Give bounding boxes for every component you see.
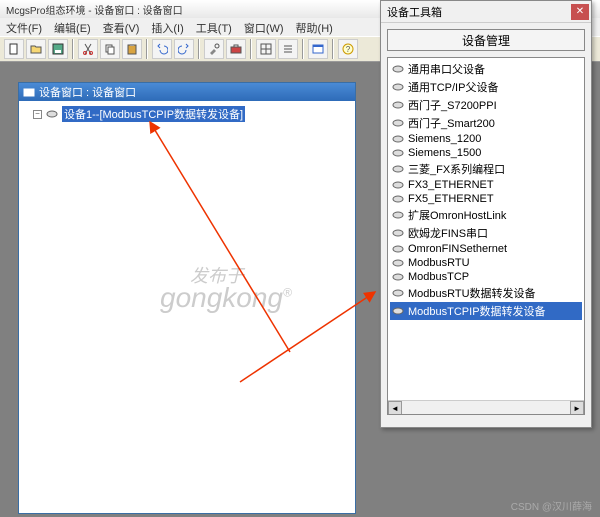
list-item-label: 通用串口父设备 — [408, 61, 485, 77]
toolbar-separator — [198, 39, 200, 59]
menu-help[interactable]: 帮助(H) — [296, 20, 333, 34]
list-item[interactable]: Siemens_1500 — [390, 146, 582, 160]
list-item[interactable]: 西门子_Smart200 — [390, 114, 582, 132]
toolbar-separator — [332, 39, 334, 59]
toolbar-separator — [250, 39, 252, 59]
list-item-label: 三菱_FX系列编程口 — [408, 161, 505, 177]
menu-edit[interactable]: 编辑(E) — [54, 20, 91, 34]
tool-help-icon[interactable]: ? — [338, 39, 358, 59]
device-type-list: 通用串口父设备通用TCP/IP父设备西门子_S7200PPI 西门子_Smart2… — [387, 57, 585, 415]
tree-expander-icon[interactable]: − — [33, 110, 42, 119]
device-item-icon — [392, 228, 404, 238]
list-item-label: 通用TCP/IP父设备 — [408, 79, 498, 95]
device-item-icon — [392, 164, 404, 174]
device-window-icon — [23, 86, 35, 98]
list-item[interactable]: 通用TCP/IP父设备 — [390, 78, 582, 96]
list-item-label: ModbusTCPIP数据转发设备 — [408, 303, 546, 319]
list-item-label: ModbusTCP — [408, 271, 469, 283]
device-item-icon — [392, 210, 404, 220]
device-item-icon — [392, 288, 404, 298]
device-item-icon — [392, 118, 404, 128]
device-tree-node[interactable]: − 设备1--[ModbusTCPIP数据转发设备] — [33, 105, 351, 123]
list-item[interactable]: 三菱_FX系列编程口 — [390, 160, 582, 178]
tool-paste-icon[interactable] — [122, 39, 142, 59]
toolbox-title-text: 设备工具箱 — [387, 4, 442, 20]
device-item-icon — [392, 100, 404, 110]
device-toolbox: 设备工具箱 ✕ 设备管理 通用串口父设备通用TCP/IP父设备西门子_S7200… — [380, 0, 592, 428]
menu-insert[interactable]: 插入(I) — [151, 20, 183, 34]
list-item-label: ModbusRTU — [408, 257, 470, 269]
list-item[interactable]: ModbusTCP — [390, 270, 582, 284]
horizontal-scrollbar[interactable]: ◄ ► — [388, 400, 584, 414]
list-item-label: FX5_ETHERNET — [408, 193, 494, 205]
list-item[interactable]: ModbusRTU — [390, 256, 582, 270]
tool-window-icon[interactable] — [308, 39, 328, 59]
list-item[interactable]: ModbusTCPIP数据转发设备 — [390, 302, 582, 320]
device-item-icon — [392, 134, 404, 144]
list-item[interactable]: FX3_ETHERNET — [390, 178, 582, 192]
list-item-label: FX3_ETHERNET — [408, 179, 494, 191]
device-item-icon — [392, 64, 404, 74]
svg-text:?: ? — [346, 45, 351, 54]
list-item[interactable]: 通用串口父设备 — [390, 60, 582, 78]
tool-cut-icon[interactable] — [78, 39, 98, 59]
list-item[interactable]: 欧姆龙FINS串口 — [390, 224, 582, 242]
toolbar-separator — [302, 39, 304, 59]
list-item-label: 扩展OmronHostLink — [408, 207, 506, 223]
toolbox-titlebar[interactable]: 设备工具箱 ✕ — [381, 1, 591, 23]
scroll-track[interactable] — [402, 401, 570, 414]
tool-grid-icon[interactable] — [256, 39, 276, 59]
menu-view[interactable]: 查看(V) — [103, 20, 140, 34]
list-item-label: Siemens_1200 — [408, 133, 481, 145]
tool-new-icon[interactable] — [4, 39, 24, 59]
list-item-label: OmronFINSethernet — [408, 243, 507, 255]
list-item[interactable]: FX5_ETHERNET — [390, 192, 582, 206]
device-item-icon — [392, 306, 404, 316]
scroll-left-icon[interactable]: ◄ — [388, 401, 402, 415]
toolbar-separator — [146, 39, 148, 59]
device-window: 设备窗口 : 设备窗口 − 设备1--[ModbusTCPIP数据转发设备] — [18, 82, 356, 514]
list-item[interactable]: 扩展OmronHostLink — [390, 206, 582, 224]
device-item-icon — [392, 272, 404, 282]
tool-tools-icon[interactable] — [204, 39, 224, 59]
device-item-icon — [392, 82, 404, 92]
csdn-watermark: CSDN @汉川薛海 — [511, 498, 592, 513]
tool-redo-icon[interactable] — [174, 39, 194, 59]
device-management-button[interactable]: 设备管理 — [387, 29, 585, 51]
device-tree-node-label: 设备1--[ModbusTCPIP数据转发设备] — [62, 106, 245, 122]
menu-tools[interactable]: 工具(T) — [196, 20, 232, 34]
menu-window[interactable]: 窗口(W) — [244, 20, 284, 34]
toolbar-separator — [72, 39, 74, 59]
list-item[interactable]: Siemens_1200 — [390, 132, 582, 146]
list-item-label: Siemens_1500 — [408, 147, 481, 159]
list-item-label: ModbusRTU数据转发设备 — [408, 285, 536, 301]
tool-save-icon[interactable] — [48, 39, 68, 59]
list-item-label: 西门子_Smart200 — [408, 115, 495, 131]
tool-undo-icon[interactable] — [152, 39, 172, 59]
tool-open-icon[interactable] — [26, 39, 46, 59]
device-window-titlebar[interactable]: 设备窗口 : 设备窗口 — [19, 83, 355, 101]
tool-list-icon[interactable] — [278, 39, 298, 59]
device-window-title-text: 设备窗口 : 设备窗口 — [39, 84, 136, 100]
device-item-icon — [392, 244, 404, 254]
list-item[interactable]: OmronFINSethernet — [390, 242, 582, 256]
device-window-body: − 设备1--[ModbusTCPIP数据转发设备] — [19, 101, 355, 513]
device-item-icon — [392, 258, 404, 268]
device-item-icon — [392, 148, 404, 158]
menu-file[interactable]: 文件(F) — [6, 20, 42, 34]
device-item-icon — [392, 180, 404, 190]
tool-copy-icon[interactable] — [100, 39, 120, 59]
close-icon[interactable]: ✕ — [571, 4, 589, 20]
list-item-label: 西门子_S7200PPI — [408, 97, 497, 113]
list-item[interactable]: ModbusRTU数据转发设备 — [390, 284, 582, 302]
list-item-label: 欧姆龙FINS串口 — [408, 225, 488, 241]
device-item-icon — [392, 194, 404, 204]
list-item[interactable]: 西门子_S7200PPI — [390, 96, 582, 114]
scroll-right-icon[interactable]: ► — [570, 401, 584, 415]
tool-toolbox-icon[interactable] — [226, 39, 246, 59]
device-node-icon — [46, 108, 58, 120]
